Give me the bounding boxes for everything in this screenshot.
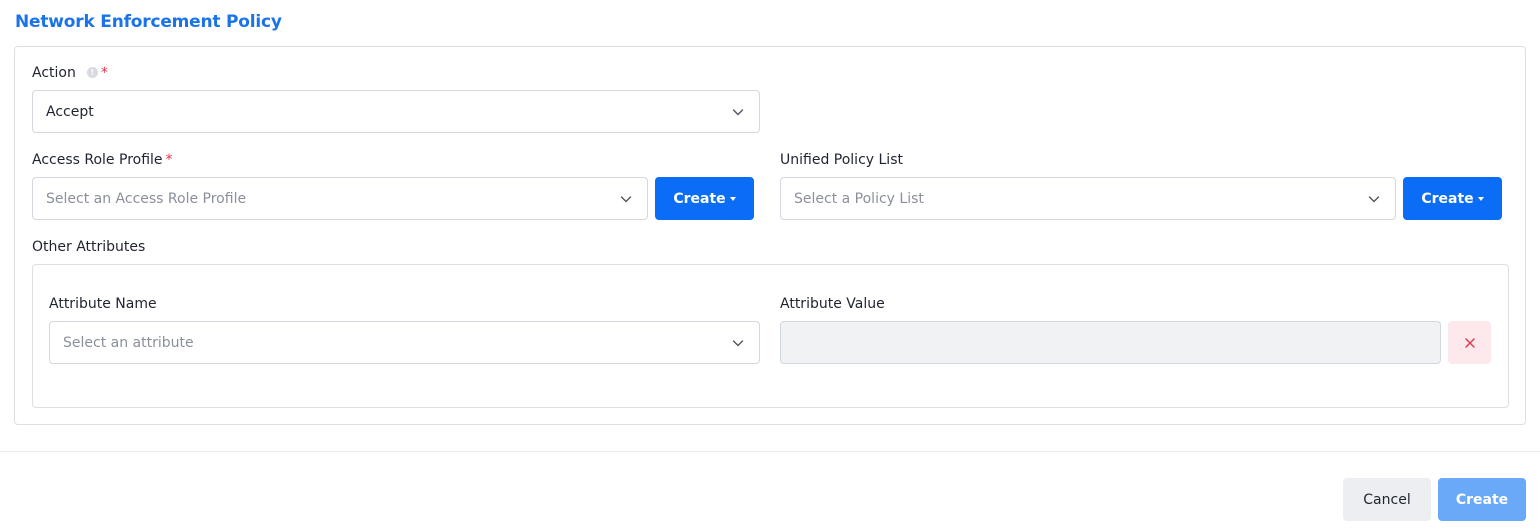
create-button[interactable]: Create bbox=[1438, 478, 1526, 521]
access-role-profile-label: Access Role Profile bbox=[32, 152, 163, 168]
action-select[interactable]: Accept bbox=[32, 90, 760, 133]
access-role-profile-label-row: Access Role Profile * bbox=[32, 152, 173, 168]
required-mark: * bbox=[100, 65, 108, 81]
unified-policy-list-label: Unified Policy List bbox=[780, 152, 903, 168]
create-policy-list-button[interactable]: Create bbox=[1403, 177, 1502, 220]
action-label: Action bbox=[32, 65, 76, 81]
footer-divider bbox=[0, 451, 1540, 452]
other-attributes-label: Other Attributes bbox=[32, 239, 146, 255]
unified-policy-list-select[interactable]: Select a Policy List bbox=[780, 177, 1396, 220]
attribute-name-label: Attribute Name bbox=[49, 296, 157, 312]
required-mark: * bbox=[165, 152, 173, 168]
create-button-label: Create bbox=[673, 190, 726, 207]
info-icon[interactable]: ! bbox=[86, 67, 98, 78]
action-select-value: Accept bbox=[46, 103, 94, 120]
chevron-down-icon bbox=[732, 340, 744, 347]
create-access-role-profile-button[interactable]: Create bbox=[655, 177, 754, 220]
unified-policy-list-placeholder: Select a Policy List bbox=[794, 190, 924, 207]
chevron-down-icon bbox=[1368, 196, 1380, 203]
attribute-name-select[interactable]: Select an attribute bbox=[49, 321, 760, 364]
remove-attribute-button[interactable] bbox=[1448, 321, 1491, 364]
chevron-down-icon bbox=[732, 109, 744, 116]
access-role-profile-placeholder: Select an Access Role Profile bbox=[46, 190, 247, 207]
close-icon bbox=[1464, 337, 1475, 348]
attribute-value-label: Attribute Value bbox=[780, 296, 885, 312]
attribute-name-placeholder: Select an attribute bbox=[63, 334, 194, 351]
caret-down-icon bbox=[729, 196, 736, 201]
create-button-label: Create bbox=[1421, 190, 1474, 207]
caret-down-icon bbox=[1477, 196, 1484, 201]
access-role-profile-select[interactable]: Select an Access Role Profile bbox=[32, 177, 648, 220]
action-label-row: Action! * bbox=[32, 65, 108, 81]
page-title: Network Enforcement Policy bbox=[15, 12, 282, 32]
attribute-value-input bbox=[780, 321, 1441, 364]
cancel-button[interactable]: Cancel bbox=[1343, 478, 1431, 521]
chevron-down-icon bbox=[620, 196, 632, 203]
